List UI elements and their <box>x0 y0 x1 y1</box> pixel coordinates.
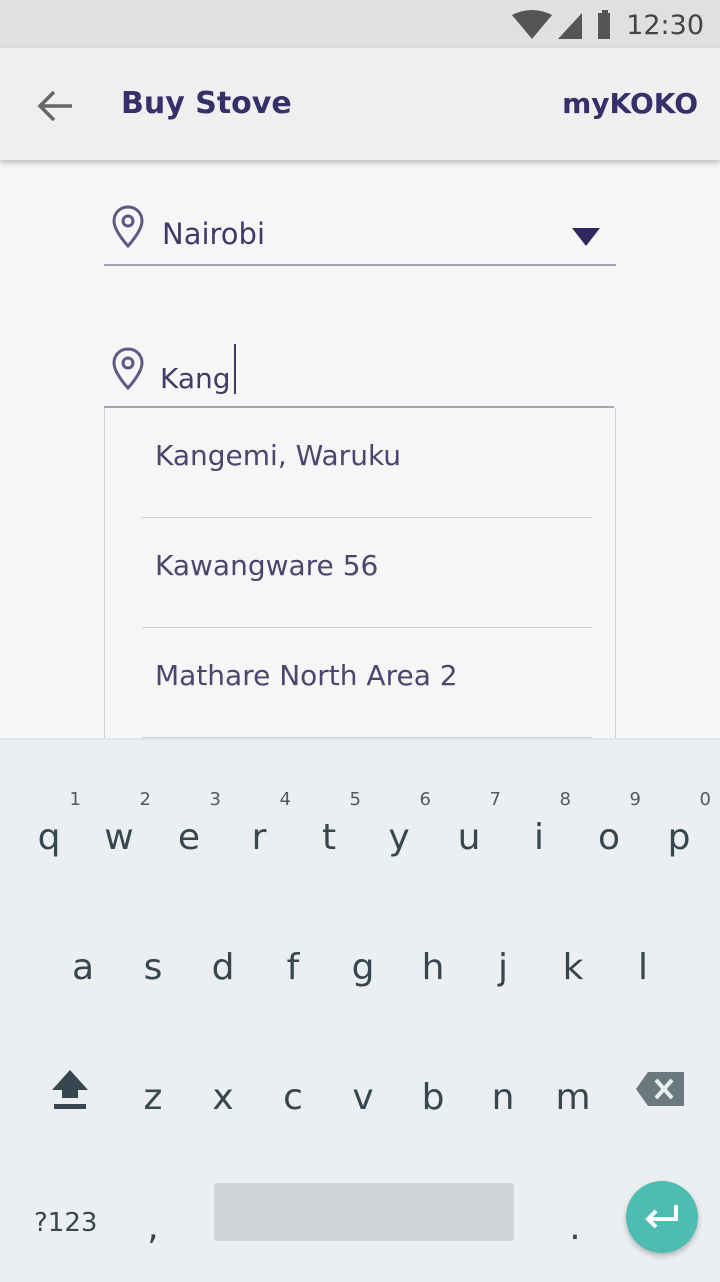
key-comma[interactable]: , <box>123 1180 183 1270</box>
enter-icon <box>645 1205 678 1229</box>
key-l[interactable]: l <box>613 920 673 1010</box>
key-h[interactable]: h <box>403 920 463 1010</box>
key-z[interactable]: z <box>123 1050 183 1140</box>
suggestion-item[interactable]: Mathare North Area 2 <box>105 628 615 738</box>
key-k[interactable]: k <box>543 920 603 1010</box>
arrow-back-icon <box>37 90 72 122</box>
brand-logo-text: myKOKO <box>562 87 698 120</box>
key-w[interactable]: 2w <box>89 790 151 880</box>
key-o[interactable]: 9o <box>579 790 641 880</box>
suggestion-label: Mathare North Area 2 <box>155 659 458 692</box>
key-r[interactable]: 4r <box>229 790 291 880</box>
signal-icon <box>558 13 582 39</box>
key-b[interactable]: b <box>403 1050 463 1140</box>
battery-icon <box>598 13 610 39</box>
key-f[interactable]: f <box>263 920 323 1010</box>
area-input[interactable] <box>160 358 580 398</box>
key-period[interactable]: . <box>545 1180 605 1270</box>
back-button[interactable] <box>30 84 82 128</box>
location-pin-icon <box>112 205 144 249</box>
app-bar: Buy Stove myKOKO <box>0 48 720 160</box>
key-g[interactable]: g <box>333 920 393 1010</box>
key-u[interactable]: 7u <box>439 790 501 880</box>
backspace-icon <box>636 1072 684 1106</box>
key-y[interactable]: 6y <box>369 790 431 880</box>
key-m[interactable]: m <box>543 1050 603 1140</box>
shift-icon <box>52 1070 88 1109</box>
wifi-icon <box>512 10 552 39</box>
key-t[interactable]: 5t <box>299 790 361 880</box>
key-d[interactable]: d <box>193 920 253 1010</box>
area-field[interactable] <box>104 340 614 408</box>
shift-key[interactable] <box>44 1066 96 1114</box>
enter-button[interactable] <box>626 1181 698 1253</box>
status-icons <box>512 10 610 39</box>
key-a[interactable]: a <box>53 920 113 1010</box>
key-c[interactable]: c <box>263 1050 323 1140</box>
key-e[interactable]: 3e <box>159 790 221 880</box>
suggestion-label: Kangemi, Waruku <box>155 439 402 472</box>
text-cursor <box>234 344 236 394</box>
suggestion-item[interactable]: Kangemi, Waruku <box>105 408 615 518</box>
symbols-key[interactable]: ?123 <box>34 1206 97 1240</box>
key-v[interactable]: v <box>333 1050 393 1140</box>
location-pin-icon <box>112 347 144 391</box>
city-dropdown[interactable]: Nairobi <box>104 200 616 266</box>
suggestion-label: Kawangware 56 <box>155 549 379 582</box>
city-value: Nairobi <box>162 217 266 251</box>
spacebar-key[interactable] <box>214 1183 514 1241</box>
key-p[interactable]: 0p <box>649 790 711 880</box>
key-x[interactable]: x <box>193 1050 253 1140</box>
key-n[interactable]: n <box>473 1050 533 1140</box>
status-bar: 12:30 <box>0 0 720 48</box>
dropdown-arrow-icon <box>572 228 600 246</box>
status-time: 12:30 <box>626 10 704 41</box>
key-q[interactable]: 1q <box>19 790 81 880</box>
backspace-key[interactable] <box>634 1068 686 1110</box>
key-s[interactable]: s <box>123 920 183 1010</box>
page-title: Buy Stove <box>121 86 292 121</box>
suggestions-list: Kangemi, Waruku Kawangware 56 Mathare No… <box>104 408 616 738</box>
key-i[interactable]: 8i <box>509 790 571 880</box>
suggestion-item[interactable]: Kawangware 56 <box>105 518 615 628</box>
key-j[interactable]: j <box>473 920 533 1010</box>
